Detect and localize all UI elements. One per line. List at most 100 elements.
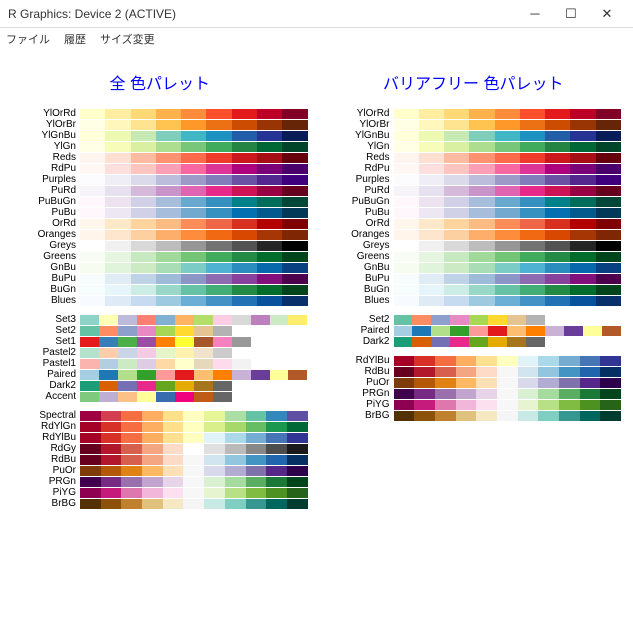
palette-row-purples: Purples: [326, 174, 622, 185]
color-swatch: [394, 219, 419, 229]
palette-row-ylorrd: YlOrRd: [326, 108, 622, 119]
color-swatch: [580, 400, 601, 410]
color-swatch: [507, 315, 526, 325]
swatch-strip: [80, 285, 308, 295]
maximize-button[interactable]: ☐: [553, 6, 589, 22]
swatch-strip: [80, 359, 308, 369]
palette-label: YlGn: [12, 142, 80, 152]
swatch-strip: [80, 219, 308, 229]
color-swatch: [538, 400, 559, 410]
color-swatch: [520, 164, 545, 174]
palette-label: OrRd: [12, 219, 80, 229]
swatch-strip: [394, 296, 622, 306]
color-swatch: [266, 433, 287, 443]
color-swatch: [206, 263, 231, 273]
palette-label: BuPu: [326, 274, 394, 284]
palette-label: Set2: [326, 315, 394, 325]
color-swatch: [232, 109, 257, 119]
color-swatch: [456, 411, 477, 421]
color-swatch: [419, 109, 444, 119]
color-swatch: [257, 186, 282, 196]
color-swatch: [596, 153, 621, 163]
palette-row-set3: Set3: [12, 314, 308, 325]
color-swatch: [80, 285, 105, 295]
color-swatch: [545, 241, 570, 251]
color-swatch: [545, 252, 570, 262]
color-swatch: [246, 444, 267, 454]
palette-row-prgn: PRGn: [12, 476, 308, 487]
color-swatch: [232, 197, 257, 207]
color-swatch: [419, 241, 444, 251]
color-swatch: [596, 197, 621, 207]
palette-label: Set1: [12, 337, 80, 347]
color-swatch: [266, 499, 287, 509]
swatch-strip: [80, 326, 308, 336]
color-swatch: [288, 392, 307, 402]
color-swatch: [232, 142, 257, 152]
color-swatch: [469, 326, 488, 336]
menu-resize[interactable]: サイズ変更: [100, 31, 155, 47]
minimize-button[interactable]: ─: [517, 6, 553, 21]
palette-label: Greens: [326, 252, 394, 262]
color-swatch: [266, 477, 287, 487]
swatch-strip: [394, 400, 622, 410]
color-swatch: [394, 400, 415, 410]
color-swatch: [105, 153, 130, 163]
color-swatch: [580, 367, 601, 377]
color-swatch: [570, 197, 595, 207]
color-swatch: [520, 274, 545, 284]
color-swatch: [232, 208, 257, 218]
color-swatch: [394, 186, 419, 196]
color-swatch: [156, 348, 175, 358]
color-swatch: [232, 381, 251, 391]
color-swatch: [121, 444, 142, 454]
color-swatch: [80, 153, 105, 163]
color-swatch: [80, 392, 99, 402]
color-swatch: [156, 392, 175, 402]
swatch-strip: [394, 208, 622, 218]
close-button[interactable]: ✕: [589, 6, 625, 22]
color-swatch: [545, 315, 564, 325]
palette-label: YlGn: [326, 142, 394, 152]
color-swatch: [257, 274, 282, 284]
palette-row-ylorbr: YlOrBr: [12, 119, 308, 130]
color-swatch: [469, 263, 494, 273]
color-swatch: [545, 208, 570, 218]
color-swatch: [266, 488, 287, 498]
color-swatch: [394, 153, 419, 163]
color-swatch: [288, 381, 307, 391]
color-swatch: [570, 263, 595, 273]
color-swatch: [257, 296, 282, 306]
palette-row-ylorbr: YlOrBr: [326, 119, 622, 130]
color-swatch: [204, 499, 225, 509]
color-swatch: [137, 326, 156, 336]
color-swatch: [520, 142, 545, 152]
color-swatch: [600, 356, 621, 366]
palette-row-puor: PuOr: [12, 465, 308, 476]
swatch-strip: [394, 337, 622, 347]
palette-row-reds: Reds: [12, 152, 308, 163]
color-swatch: [257, 164, 282, 174]
color-swatch: [99, 381, 118, 391]
color-swatch: [545, 142, 570, 152]
color-swatch: [570, 274, 595, 284]
color-swatch: [131, 153, 156, 163]
color-swatch: [183, 433, 204, 443]
color-swatch: [163, 455, 184, 465]
color-swatch: [469, 131, 494, 141]
palette-row-bupu: BuPu: [12, 273, 308, 284]
color-swatch: [518, 378, 539, 388]
color-swatch: [257, 120, 282, 130]
color-swatch: [412, 337, 431, 347]
menu-file[interactable]: ファイル: [6, 31, 50, 47]
color-swatch: [270, 348, 289, 358]
color-swatch: [105, 131, 130, 141]
color-swatch: [559, 378, 580, 388]
color-swatch: [444, 252, 469, 262]
color-swatch: [181, 252, 206, 262]
color-swatch: [444, 219, 469, 229]
color-swatch: [131, 219, 156, 229]
swatch-strip: [394, 356, 622, 366]
menu-history[interactable]: 履歴: [64, 31, 86, 47]
color-swatch: [156, 370, 175, 380]
